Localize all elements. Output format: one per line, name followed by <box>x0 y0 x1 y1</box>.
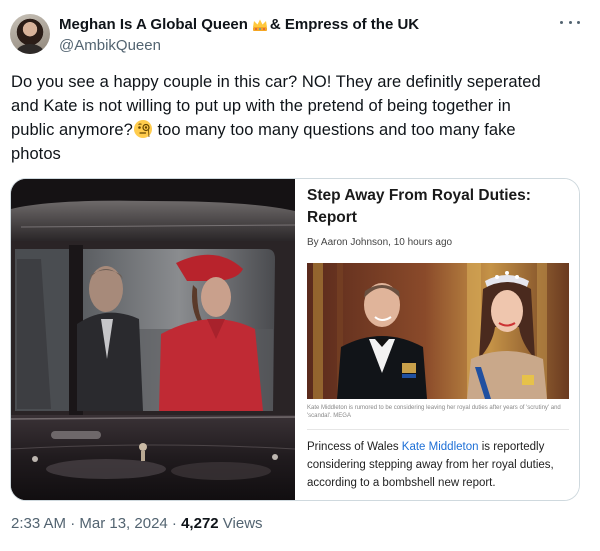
tweet-line-2: and Kate is not willing to put up with t… <box>11 97 511 115</box>
more-options-icon[interactable] <box>560 14 580 30</box>
kate-middleton-link[interactable]: Kate Middleton <box>402 441 479 453</box>
article-byline: By Aaron Johnson, 10 hours ago <box>307 237 453 248</box>
article-title[interactable]: Step Away From Royal Duties: Report <box>307 185 567 229</box>
author-name-part1: Meghan Is A Global Queen <box>59 16 248 33</box>
tweet-line-3a: public anymore? <box>11 121 133 139</box>
article-photo <box>307 263 569 399</box>
tweet-line-3b: too many too many questions and too many… <box>152 121 516 139</box>
tweet-timestamp[interactable]: 2:33 AM · Mar 13, 2024 · <box>11 515 181 532</box>
tweet-line-3: public anymore? too many too many questi… <box>11 118 581 142</box>
tweet-meta: 2:33 AM · Mar 13, 2024 · 4,272 Views <box>11 515 263 532</box>
article-summary: Princess of Wales Kate Middleton is repo… <box>307 438 569 492</box>
tweet-line-4: photos <box>11 145 61 163</box>
car-photo-illustration <box>11 179 295 500</box>
avatar[interactable] <box>10 14 50 54</box>
tweet-text: Do you see a happy couple in this car? N… <box>11 70 581 166</box>
tweet-line-1: Do you see a happy couple in this car? N… <box>11 73 541 91</box>
article-preview[interactable]: Step Away From Royal Duties: Report By A… <box>295 179 579 500</box>
author-handle[interactable]: @AmbikQueen <box>59 37 161 54</box>
author-name[interactable]: Meghan Is A Global Queen & Empress of th… <box>59 16 419 33</box>
car-photo[interactable] <box>11 179 295 500</box>
views-label: Views <box>218 515 263 532</box>
author-name-part2: & Empress of the UK <box>269 16 420 33</box>
article-photo-caption: Kate Middleton is rumored to be consider… <box>307 405 561 419</box>
article-divider <box>307 429 569 430</box>
royal-portrait-illustration <box>307 263 569 399</box>
face-with-monocle-icon <box>133 120 152 138</box>
tweet: Meghan Is A Global Queen & Empress of th… <box>0 0 600 551</box>
media-card[interactable]: Step Away From Royal Duties: Report By A… <box>10 178 580 501</box>
avatar-shoulders <box>16 44 44 54</box>
article-summary-part1: Princess of Wales <box>307 441 402 453</box>
crown-emoji-icon <box>252 19 267 31</box>
views-count: 4,272 <box>181 515 219 532</box>
